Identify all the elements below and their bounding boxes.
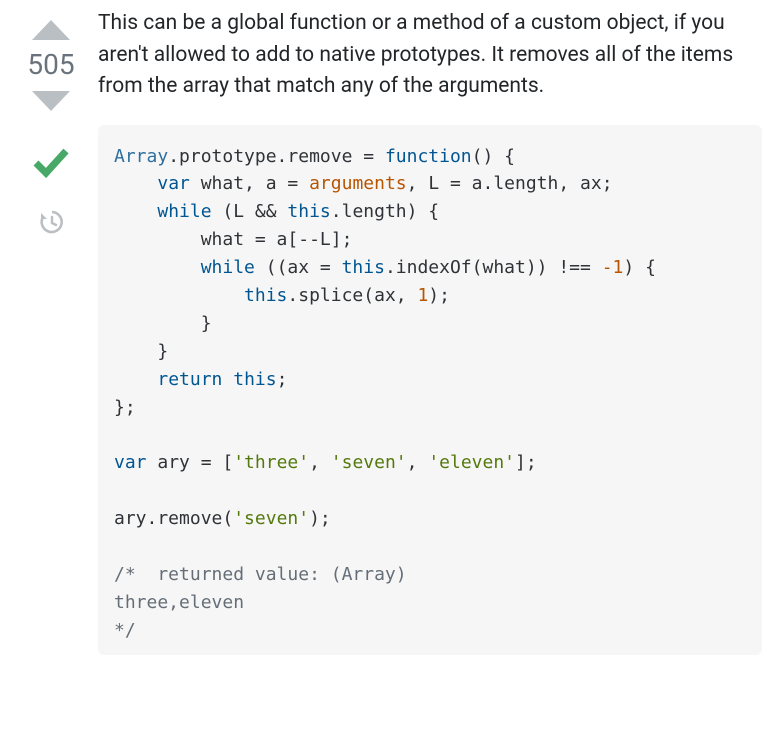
code-tok: (L && <box>212 201 288 222</box>
code-tok: three,eleven <box>114 592 244 613</box>
code-tok: ; <box>277 369 288 390</box>
code-tok: what, a = <box>190 173 309 194</box>
code-tok: .indexOf(what)) !== <box>385 257 602 278</box>
code-tok: -1 <box>602 257 624 278</box>
code-tok: arguments <box>309 173 407 194</box>
code-tok <box>222 369 233 390</box>
code-tok: ary = [ <box>147 452 234 473</box>
code-tok: /* returned value: (Array) <box>114 564 407 585</box>
code-tok: return <box>157 369 222 390</box>
code-tok: () { <box>472 146 515 167</box>
code-tok: , L = a.length, ax; <box>407 173 613 194</box>
code-tok: } <box>114 341 168 362</box>
code-tok: , <box>309 452 331 473</box>
code-tok: var <box>114 452 147 473</box>
accepted-check-icon <box>30 141 72 187</box>
code-tok: this <box>244 285 287 306</box>
history-icon[interactable] <box>38 209 64 239</box>
code-tok: var <box>157 173 190 194</box>
code-tok: ); <box>428 285 450 306</box>
vote-column: 505 <box>12 8 90 655</box>
downvote-button[interactable] <box>28 87 74 117</box>
code-tok <box>114 201 157 222</box>
code-tok: ary.remove( <box>114 508 233 529</box>
code-tok: , <box>407 452 429 473</box>
code-tok: .length) { <box>331 201 439 222</box>
upvote-button[interactable] <box>28 14 74 44</box>
code-tok: 'seven' <box>233 508 309 529</box>
code-tok: 'eleven' <box>428 452 515 473</box>
code-tok <box>114 369 157 390</box>
code-block: Array.prototype.remove = function() { va… <box>98 125 762 655</box>
code-tok: this <box>233 369 276 390</box>
code-tok: 'seven' <box>331 452 407 473</box>
answer-prose: This can be a global function or a metho… <box>98 8 762 103</box>
vote-count: 505 <box>27 48 74 81</box>
code-tok: */ <box>114 620 136 641</box>
answer-container: 505 This can be a global function or a m… <box>0 0 778 663</box>
code-tok: ]; <box>515 452 537 473</box>
code-tok: what = a[--L]; <box>114 229 352 250</box>
code-tok <box>114 285 244 306</box>
code-tok <box>114 173 157 194</box>
code-tok: function <box>385 146 472 167</box>
code-tok: 'three' <box>233 452 309 473</box>
code-tok: while <box>157 201 211 222</box>
answer-content: This can be a global function or a metho… <box>90 8 766 655</box>
code-tok: ); <box>309 508 331 529</box>
code-tok <box>114 257 201 278</box>
code-tok: ((ax = <box>255 257 342 278</box>
code-tok: Array <box>114 146 168 167</box>
code-tok: } <box>114 313 212 334</box>
code-tok: .splice(ax, <box>287 285 417 306</box>
code-tok: ) { <box>623 257 656 278</box>
code-tok: this <box>287 201 330 222</box>
code-tok: .prototype.remove = <box>168 146 385 167</box>
code-tok: 1 <box>417 285 428 306</box>
code-tok: while <box>201 257 255 278</box>
code-tok: this <box>342 257 385 278</box>
code-tok: }; <box>114 397 136 418</box>
